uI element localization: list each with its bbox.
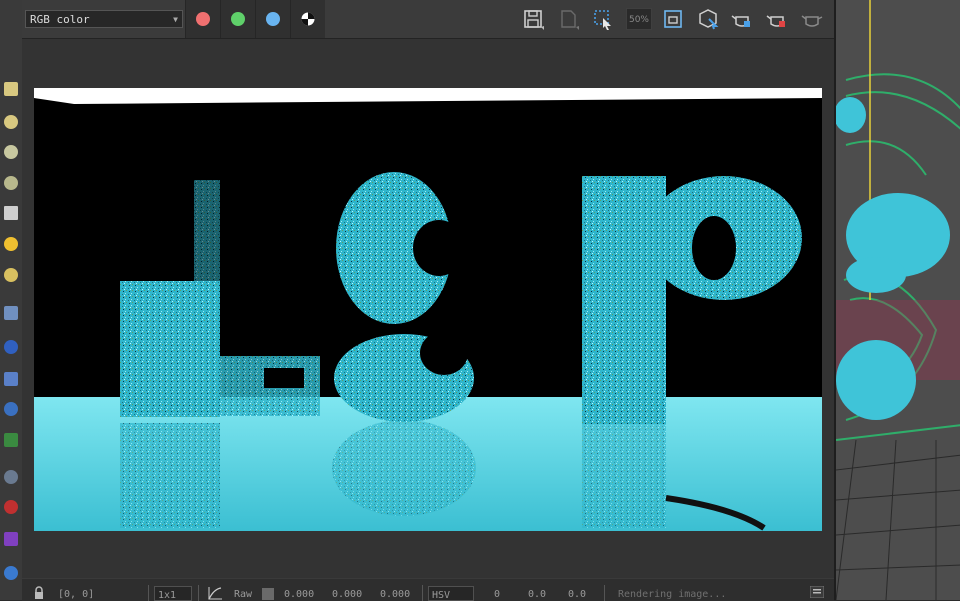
scale-dropdown-value: 1x1 xyxy=(158,590,177,601)
separator xyxy=(148,585,149,601)
cone-tool-icon[interactable] xyxy=(4,206,18,220)
rgb-b-value: 0.000 xyxy=(380,589,411,600)
sphere-tool-icon[interactable] xyxy=(4,115,18,129)
material-tool-icon[interactable] xyxy=(4,268,18,282)
region-render-icon[interactable] xyxy=(592,8,614,30)
color-space-dropdown[interactable]: HSV xyxy=(428,586,474,601)
deformer-tool-icon[interactable] xyxy=(4,372,18,386)
cube-tool-icon[interactable] xyxy=(4,82,18,96)
teapot-stop-icon[interactable] xyxy=(766,8,788,30)
menu-icon[interactable] xyxy=(810,586,824,598)
alpha-channel-button[interactable] xyxy=(290,0,325,38)
red-channel-icon xyxy=(196,12,210,26)
rgb-g-value: 0.000 xyxy=(332,589,363,600)
color-sample-swatch xyxy=(262,588,274,600)
picture-viewer: RGB color ▼ 50% [0, 0] 1x1 Raw 0.000 0.0… xyxy=(22,0,834,601)
chevron-down-icon: ▼ xyxy=(173,15,178,24)
scale-dropdown[interactable]: 1x1 xyxy=(154,586,192,601)
green-channel-icon xyxy=(231,12,245,26)
raw-label: Raw xyxy=(234,589,253,600)
xpresso-tool-icon[interactable] xyxy=(4,532,18,546)
fit-frame-icon[interactable] xyxy=(662,8,684,30)
cylinder-tool-icon[interactable] xyxy=(4,176,18,190)
teapot-render-icon[interactable] xyxy=(731,8,753,30)
alpha-checker-icon xyxy=(301,12,315,26)
hsv-s-value: 0.0 xyxy=(528,589,547,600)
blue-channel-button[interactable] xyxy=(255,0,290,38)
curve-icon[interactable] xyxy=(206,585,224,601)
hsv-v-value: 0.0 xyxy=(568,589,587,600)
particle-tool-icon[interactable] xyxy=(4,306,18,320)
render-view-icon[interactable] xyxy=(697,8,719,30)
effector-tool-icon[interactable] xyxy=(4,402,18,416)
render-canvas[interactable] xyxy=(34,88,822,531)
separator xyxy=(422,585,423,601)
tool-strip xyxy=(0,0,23,600)
torus-tool-icon[interactable] xyxy=(4,145,18,159)
zoom-button[interactable]: 50% xyxy=(626,8,652,30)
lock-icon[interactable] xyxy=(34,586,44,600)
channel-dropdown[interactable]: RGB color ▼ xyxy=(25,10,183,28)
separator xyxy=(604,585,605,601)
environment-tool-icon[interactable] xyxy=(4,470,18,484)
pixel-coordinates: [0, 0] xyxy=(58,589,95,600)
scene-tool-icon[interactable] xyxy=(4,566,18,580)
color-space-value: HSV xyxy=(432,590,451,601)
status-bar: [0, 0] 1x1 Raw 0.000 0.000 0.000 HSV 0 0… xyxy=(22,578,834,601)
separator xyxy=(198,585,199,601)
save-as-icon[interactable] xyxy=(557,8,579,30)
status-message: Rendering image... xyxy=(618,589,727,600)
teapot-icon[interactable] xyxy=(801,8,823,30)
blue-channel-icon xyxy=(266,12,280,26)
channel-dropdown-value: RGB color xyxy=(30,13,90,26)
green-channel-button[interactable] xyxy=(220,0,255,38)
grass-tool-icon[interactable] xyxy=(4,433,18,447)
viewer-toolbar: RGB color ▼ 50% xyxy=(22,0,834,39)
save-icon[interactable] xyxy=(522,8,544,30)
red-channel-button[interactable] xyxy=(185,0,220,38)
rgb-r-value: 0.000 xyxy=(284,589,315,600)
light-tool-icon[interactable] xyxy=(4,237,18,251)
mograph-tool-icon[interactable] xyxy=(4,500,18,514)
3d-viewport[interactable] xyxy=(834,0,960,600)
shader-ball-icon[interactable] xyxy=(4,340,18,354)
hsv-h-value: 0 xyxy=(494,589,501,600)
